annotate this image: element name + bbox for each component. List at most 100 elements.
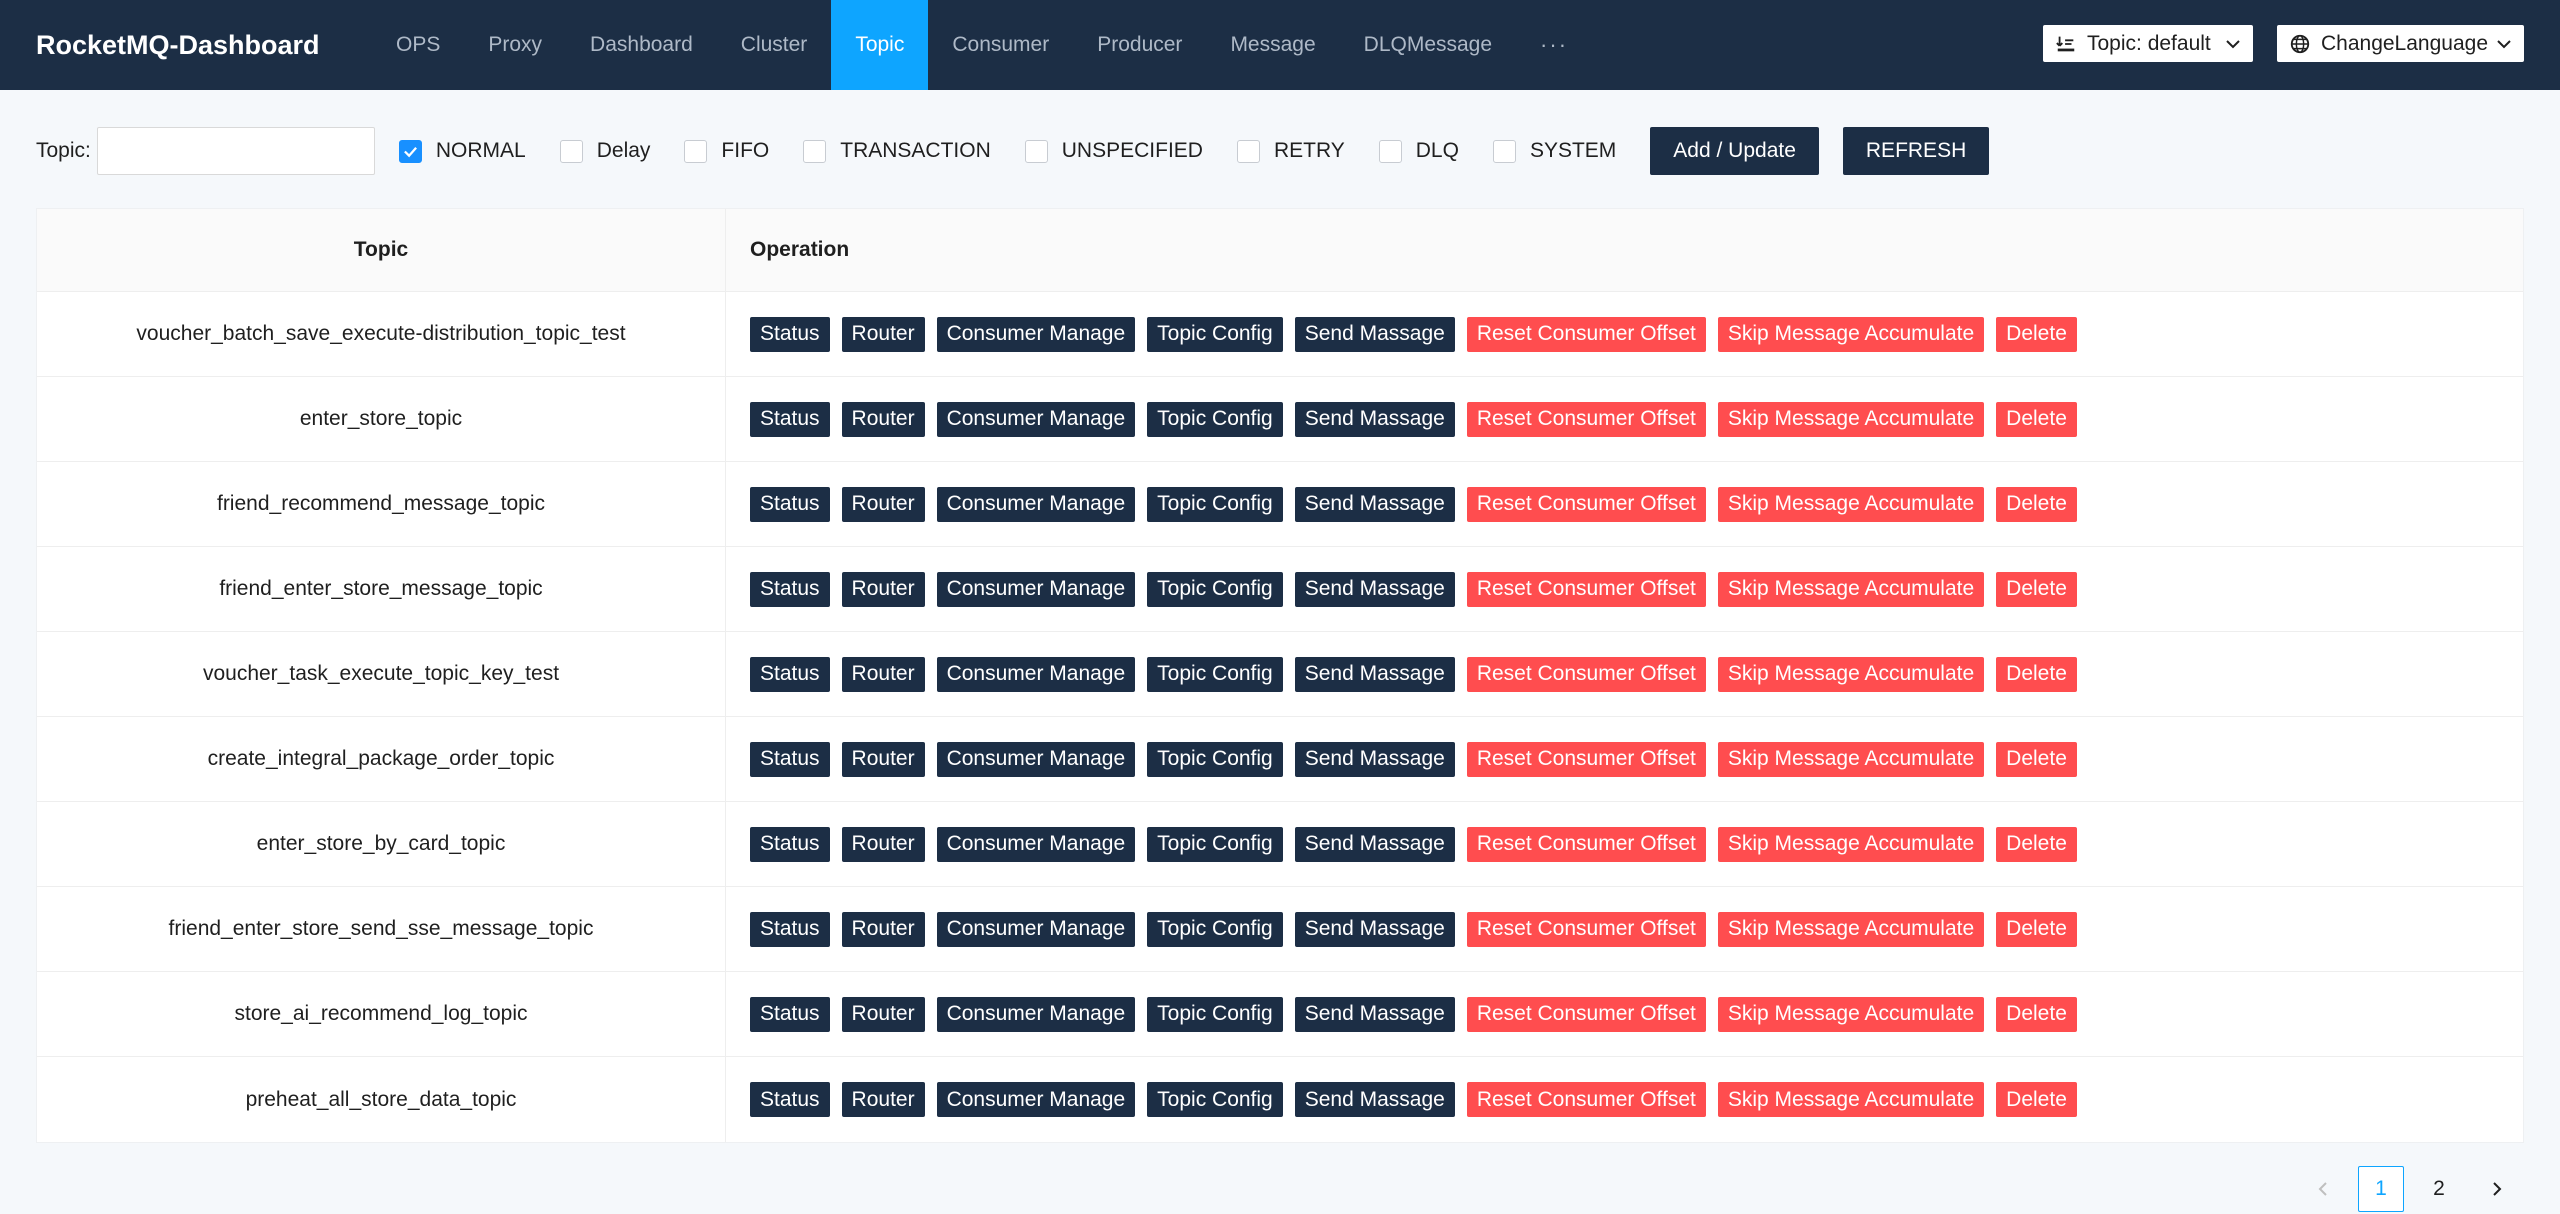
topic-namespace-select[interactable]: Topic: default: [2043, 25, 2253, 62]
nav-more-icon[interactable]: ···: [1516, 0, 1592, 90]
topic-config-button[interactable]: Topic Config: [1147, 911, 1283, 947]
filter-checkbox-dlq[interactable]: DLQ: [1378, 139, 1459, 163]
skip-message-accumulate-button[interactable]: Skip Message Accumulate: [1717, 316, 1985, 352]
checkbox-empty-icon[interactable]: [803, 139, 827, 163]
nav-item-message[interactable]: Message: [1206, 0, 1339, 90]
delete-button[interactable]: Delete: [1996, 571, 2077, 607]
send-massage-button[interactable]: Send Massage: [1294, 911, 1455, 947]
send-massage-button[interactable]: Send Massage: [1294, 486, 1455, 522]
consumer-manage-button[interactable]: Consumer Manage: [936, 401, 1136, 437]
consumer-manage-button[interactable]: Consumer Manage: [936, 996, 1136, 1032]
reset-consumer-offset-button[interactable]: Reset Consumer Offset: [1466, 401, 1706, 437]
filter-checkbox-unspecified[interactable]: UNSPECIFIED: [1024, 139, 1203, 163]
skip-message-accumulate-button[interactable]: Skip Message Accumulate: [1717, 486, 1985, 522]
nav-item-proxy[interactable]: Proxy: [464, 0, 566, 90]
delete-button[interactable]: Delete: [1996, 1082, 2077, 1117]
add-update-button[interactable]: Add / Update: [1650, 127, 1819, 175]
consumer-manage-button[interactable]: Consumer Manage: [936, 571, 1136, 607]
checkbox-checked-icon[interactable]: [398, 139, 422, 163]
send-massage-button[interactable]: Send Massage: [1294, 656, 1455, 692]
router-button[interactable]: Router: [841, 486, 925, 522]
consumer-manage-button[interactable]: Consumer Manage: [936, 316, 1136, 352]
prev-page-button[interactable]: [2300, 1166, 2346, 1212]
consumer-manage-button[interactable]: Consumer Manage: [936, 826, 1136, 862]
send-massage-button[interactable]: Send Massage: [1294, 1082, 1455, 1117]
refresh-button[interactable]: REFRESH: [1842, 127, 1990, 175]
topic-config-button[interactable]: Topic Config: [1147, 826, 1283, 862]
send-massage-button[interactable]: Send Massage: [1294, 571, 1455, 607]
nav-item-dlqmessage[interactable]: DLQMessage: [1340, 0, 1516, 90]
router-button[interactable]: Router: [841, 656, 925, 692]
reset-consumer-offset-button[interactable]: Reset Consumer Offset: [1466, 571, 1706, 607]
send-massage-button[interactable]: Send Massage: [1294, 741, 1455, 777]
router-button[interactable]: Router: [841, 911, 925, 947]
nav-item-ops[interactable]: OPS: [372, 0, 464, 90]
reset-consumer-offset-button[interactable]: Reset Consumer Offset: [1466, 826, 1706, 862]
nav-item-topic[interactable]: Topic: [831, 0, 929, 90]
consumer-manage-button[interactable]: Consumer Manage: [936, 911, 1136, 947]
router-button[interactable]: Router: [841, 1082, 925, 1117]
nav-item-cluster[interactable]: Cluster: [717, 0, 832, 90]
router-button[interactable]: Router: [841, 316, 925, 352]
send-massage-button[interactable]: Send Massage: [1294, 996, 1455, 1032]
router-button[interactable]: Router: [841, 996, 925, 1032]
status-button[interactable]: Status: [750, 996, 830, 1032]
topic-config-button[interactable]: Topic Config: [1147, 401, 1283, 437]
skip-message-accumulate-button[interactable]: Skip Message Accumulate: [1717, 826, 1985, 862]
delete-button[interactable]: Delete: [1996, 911, 2077, 947]
consumer-manage-button[interactable]: Consumer Manage: [936, 656, 1136, 692]
topic-config-button[interactable]: Topic Config: [1147, 741, 1283, 777]
topic-config-button[interactable]: Topic Config: [1147, 1082, 1283, 1117]
reset-consumer-offset-button[interactable]: Reset Consumer Offset: [1466, 486, 1706, 522]
filter-checkbox-fifo[interactable]: FIFO: [684, 139, 769, 163]
reset-consumer-offset-button[interactable]: Reset Consumer Offset: [1466, 316, 1706, 352]
checkbox-empty-icon[interactable]: [684, 139, 708, 163]
status-button[interactable]: Status: [750, 486, 830, 522]
router-button[interactable]: Router: [841, 741, 925, 777]
reset-consumer-offset-button[interactable]: Reset Consumer Offset: [1466, 656, 1706, 692]
topic-search-input[interactable]: [96, 127, 375, 175]
send-massage-button[interactable]: Send Massage: [1294, 316, 1455, 352]
nav-item-consumer[interactable]: Consumer: [928, 0, 1073, 90]
status-button[interactable]: Status: [750, 741, 830, 777]
send-massage-button[interactable]: Send Massage: [1294, 401, 1455, 437]
consumer-manage-button[interactable]: Consumer Manage: [936, 486, 1136, 522]
topic-config-button[interactable]: Topic Config: [1147, 996, 1283, 1032]
delete-button[interactable]: Delete: [1996, 741, 2077, 777]
status-button[interactable]: Status: [750, 401, 830, 437]
delete-button[interactable]: Delete: [1996, 316, 2077, 352]
reset-consumer-offset-button[interactable]: Reset Consumer Offset: [1466, 1082, 1706, 1117]
page-2-button[interactable]: 2: [2416, 1166, 2462, 1212]
checkbox-empty-icon[interactable]: [1492, 139, 1516, 163]
send-massage-button[interactable]: Send Massage: [1294, 826, 1455, 862]
status-button[interactable]: Status: [750, 656, 830, 692]
reset-consumer-offset-button[interactable]: Reset Consumer Offset: [1466, 911, 1706, 947]
router-button[interactable]: Router: [841, 571, 925, 607]
delete-button[interactable]: Delete: [1996, 486, 2077, 522]
delete-button[interactable]: Delete: [1996, 996, 2077, 1032]
page-1-button[interactable]: 1: [2358, 1166, 2404, 1212]
router-button[interactable]: Router: [841, 401, 925, 437]
skip-message-accumulate-button[interactable]: Skip Message Accumulate: [1717, 741, 1985, 777]
topic-config-button[interactable]: Topic Config: [1147, 486, 1283, 522]
filter-checkbox-normal[interactable]: NORMAL: [398, 139, 526, 163]
filter-checkbox-retry[interactable]: RETRY: [1236, 139, 1345, 163]
reset-consumer-offset-button[interactable]: Reset Consumer Offset: [1466, 996, 1706, 1032]
topic-config-button[interactable]: Topic Config: [1147, 571, 1283, 607]
delete-button[interactable]: Delete: [1996, 826, 2077, 862]
skip-message-accumulate-button[interactable]: Skip Message Accumulate: [1717, 911, 1985, 947]
skip-message-accumulate-button[interactable]: Skip Message Accumulate: [1717, 571, 1985, 607]
skip-message-accumulate-button[interactable]: Skip Message Accumulate: [1717, 401, 1985, 437]
status-button[interactable]: Status: [750, 316, 830, 352]
status-button[interactable]: Status: [750, 1082, 830, 1117]
checkbox-empty-icon[interactable]: [1024, 139, 1048, 163]
status-button[interactable]: Status: [750, 911, 830, 947]
checkbox-empty-icon[interactable]: [559, 139, 583, 163]
skip-message-accumulate-button[interactable]: Skip Message Accumulate: [1717, 1082, 1985, 1117]
delete-button[interactable]: Delete: [1996, 401, 2077, 437]
status-button[interactable]: Status: [750, 826, 830, 862]
checkbox-empty-icon[interactable]: [1236, 139, 1260, 163]
nav-item-producer[interactable]: Producer: [1073, 0, 1206, 90]
delete-button[interactable]: Delete: [1996, 656, 2077, 692]
skip-message-accumulate-button[interactable]: Skip Message Accumulate: [1717, 996, 1985, 1032]
